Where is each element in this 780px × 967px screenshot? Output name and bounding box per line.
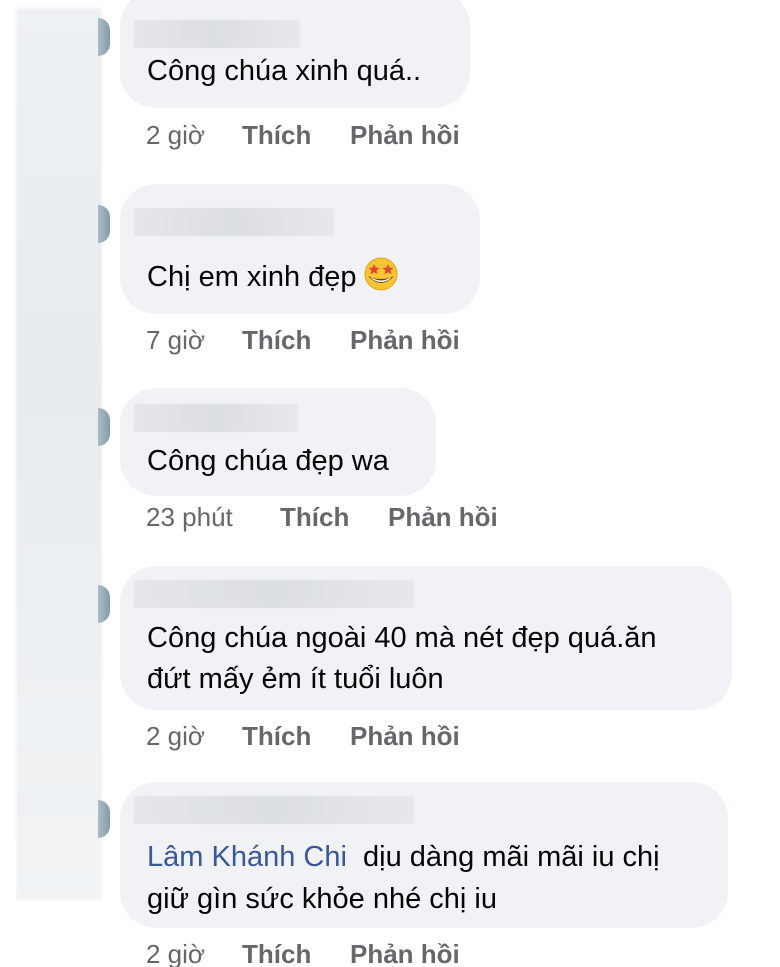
comment-bubble[interactable]: Lâm Khánh Chi dịu dàng mãi mãi iu chị gi… <box>120 782 728 928</box>
reply-button[interactable]: Phản hồi <box>350 120 460 150</box>
avatar[interactable] <box>98 205 110 243</box>
comment-meta: 23 phút Thích Phản hồi <box>146 502 498 532</box>
like-button[interactable]: Thích <box>242 120 311 150</box>
like-button[interactable]: Thích <box>280 502 349 532</box>
avatar[interactable] <box>98 800 110 838</box>
comment-text-row: Chị em xinh đẹp <box>147 256 399 299</box>
avatar[interactable] <box>98 18 110 56</box>
comment-meta: 7 giờ Thích Phản hồi <box>146 325 460 355</box>
reply-button[interactable]: Phản hồi <box>350 325 460 355</box>
reply-button[interactable]: Phản hồi <box>350 721 460 751</box>
mention-link[interactable]: Lâm Khánh Chi <box>147 841 347 873</box>
redacted-author-name <box>134 208 334 236</box>
comment-bubble[interactable]: Chị em xinh đẹp <box>120 184 480 314</box>
like-button[interactable]: Thích <box>242 939 311 967</box>
comment-meta: 2 giờ Thích Phản hồi <box>146 939 460 967</box>
comment-bubble[interactable]: Công chúa ngoài 40 mà nét đẹp quá.ăn đứt… <box>120 566 732 710</box>
comment-text-line: đứt mấy ẻm ít tuổi luôn <box>147 663 444 695</box>
comment-thread: Công chúa xinh quá.. 2 giờ Thích Phản hồ… <box>0 0 780 967</box>
comment-meta: 2 giờ Thích Phản hồi <box>146 120 460 150</box>
redacted-author-name <box>134 20 300 48</box>
blurred-avatar-column <box>16 8 102 900</box>
comment-bubble[interactable]: Công chúa xinh quá.. <box>120 0 470 108</box>
avatar[interactable] <box>98 408 110 446</box>
comment-meta: 2 giờ Thích Phản hồi <box>146 721 460 751</box>
comment-bubble[interactable]: Công chúa đẹp wa <box>120 388 436 496</box>
star-struck-emoji-icon <box>364 257 398 291</box>
avatar[interactable] <box>98 585 110 623</box>
comment-time: 23 phút <box>146 502 233 532</box>
redacted-author-name <box>134 404 298 432</box>
comment-text-line: Công chúa ngoài 40 mà nét đẹp quá.ăn <box>147 622 657 654</box>
comment-time: 2 giờ <box>146 120 205 150</box>
redacted-author-name <box>134 796 414 824</box>
comment-text: Công chúa đẹp wa <box>147 445 389 477</box>
comment-text: Chị em xinh đẹp <box>147 261 357 293</box>
reply-button[interactable]: Phản hồi <box>388 502 498 532</box>
comment-time: 2 giờ <box>146 939 205 967</box>
comment-text-line: dịu dàng mãi mãi iu chị <box>363 841 660 873</box>
like-button[interactable]: Thích <box>242 325 311 355</box>
comment-text-line: giữ gìn sức khỏe nhé chị iu <box>147 883 497 915</box>
comment-text-row: Lâm Khánh Chi dịu dàng mãi mãi iu chị <box>147 836 660 879</box>
comment-time: 7 giờ <box>146 325 205 355</box>
like-button[interactable]: Thích <box>242 721 311 751</box>
comment-time: 2 giờ <box>146 721 205 751</box>
reply-button[interactable]: Phản hồi <box>350 939 460 967</box>
comment-text: Công chúa xinh quá.. <box>147 55 422 87</box>
redacted-author-name <box>134 580 414 608</box>
